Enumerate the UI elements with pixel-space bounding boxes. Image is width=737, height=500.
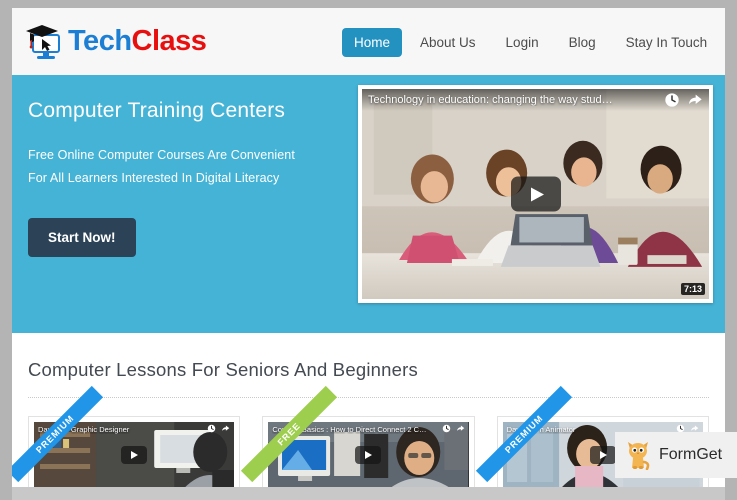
lesson-card[interactable]: Day in … Graphic Designer PREMIUM bbox=[12, 385, 241, 494]
graduation-cap-monitor-cursor-icon bbox=[26, 24, 60, 59]
site-header: TechClass Home About Us Login Blog Stay … bbox=[12, 8, 725, 75]
site-logo[interactable]: TechClass bbox=[24, 22, 207, 62]
hero-video-title: Technology in education: changing the wa… bbox=[368, 94, 613, 106]
lesson-card-row: Day in … Graphic Designer PREMIUM Comp… … bbox=[12, 385, 709, 494]
section-divider bbox=[28, 397, 709, 398]
start-now-button[interactable]: Start Now! bbox=[28, 218, 136, 258]
hero-play-button[interactable] bbox=[510, 176, 561, 212]
watch-later-clock-icon[interactable] bbox=[442, 424, 451, 433]
hero-subtitle: Free Online Computer Courses Are Conveni… bbox=[28, 147, 295, 186]
logo-text-tech: Tech bbox=[68, 25, 132, 57]
hero-title: Computer Training Centers bbox=[28, 99, 286, 122]
nav-item-login[interactable]: Login bbox=[494, 28, 551, 57]
watch-later-clock-icon[interactable] bbox=[207, 424, 216, 433]
hero-video-topbar: Technology in education: changing the wa… bbox=[362, 89, 709, 111]
lesson-card[interactable]: Comp… Basics : How to Direct Connect 2 C… bbox=[241, 385, 475, 494]
lesson-card-play-button[interactable] bbox=[355, 446, 382, 464]
lesson-card-icons bbox=[207, 424, 230, 433]
lesson-card-play-button[interactable] bbox=[589, 446, 616, 464]
nav-item-stay-in-touch[interactable]: Stay In Touch bbox=[614, 28, 720, 57]
share-arrow-icon[interactable] bbox=[687, 92, 703, 108]
share-arrow-icon[interactable] bbox=[221, 424, 230, 433]
hero-video-player[interactable]: Technology in education: changing the wa… bbox=[358, 85, 713, 303]
logo-wordmark: TechClass bbox=[68, 25, 207, 57]
lesson-card-play-button[interactable] bbox=[121, 446, 148, 464]
section-title: Computer Lessons For Seniors And Beginne… bbox=[28, 359, 418, 380]
hero-video-frame: Technology in education: changing the wa… bbox=[362, 89, 709, 299]
nav-item-home[interactable]: Home bbox=[342, 28, 403, 57]
lesson-card-thumbnail: Day in … Graphic Designer bbox=[34, 422, 235, 488]
hero-banner: Computer Training Centers Free Online Co… bbox=[12, 75, 725, 333]
main-navigation: Home About Us Login Blog Stay In Touch bbox=[342, 28, 719, 57]
hero-copy-block: Computer Training Centers Free Online Co… bbox=[28, 97, 348, 258]
browser-viewport: TechClass Home About Us Login Blog Stay … bbox=[12, 8, 725, 500]
lesson-card-title: Comp… Basics : How to Direct Connect 2 C… bbox=[272, 425, 427, 434]
hero-video-duration: 7:13 bbox=[680, 283, 705, 295]
nav-item-blog[interactable]: Blog bbox=[557, 28, 608, 57]
page-footer-strip bbox=[12, 487, 725, 500]
watch-later-clock-icon[interactable] bbox=[664, 92, 680, 108]
lesson-card-icons bbox=[442, 424, 465, 433]
nav-item-about-us[interactable]: About Us bbox=[408, 28, 488, 57]
share-arrow-icon[interactable] bbox=[456, 424, 465, 433]
formget-watermark: FormGet bbox=[615, 432, 737, 478]
lesson-card-thumbnail: Comp… Basics : How to Direct Connect 2 C… bbox=[268, 422, 469, 488]
watermark-label: FormGet bbox=[659, 446, 723, 463]
lesson-card-title: Day in … Graphic Designer bbox=[38, 425, 130, 434]
page-root: TechClass Home About Us Login Blog Stay … bbox=[0, 0, 737, 500]
formget-cat-mascot-icon bbox=[628, 442, 650, 470]
logo-text-class: Class bbox=[131, 25, 207, 57]
